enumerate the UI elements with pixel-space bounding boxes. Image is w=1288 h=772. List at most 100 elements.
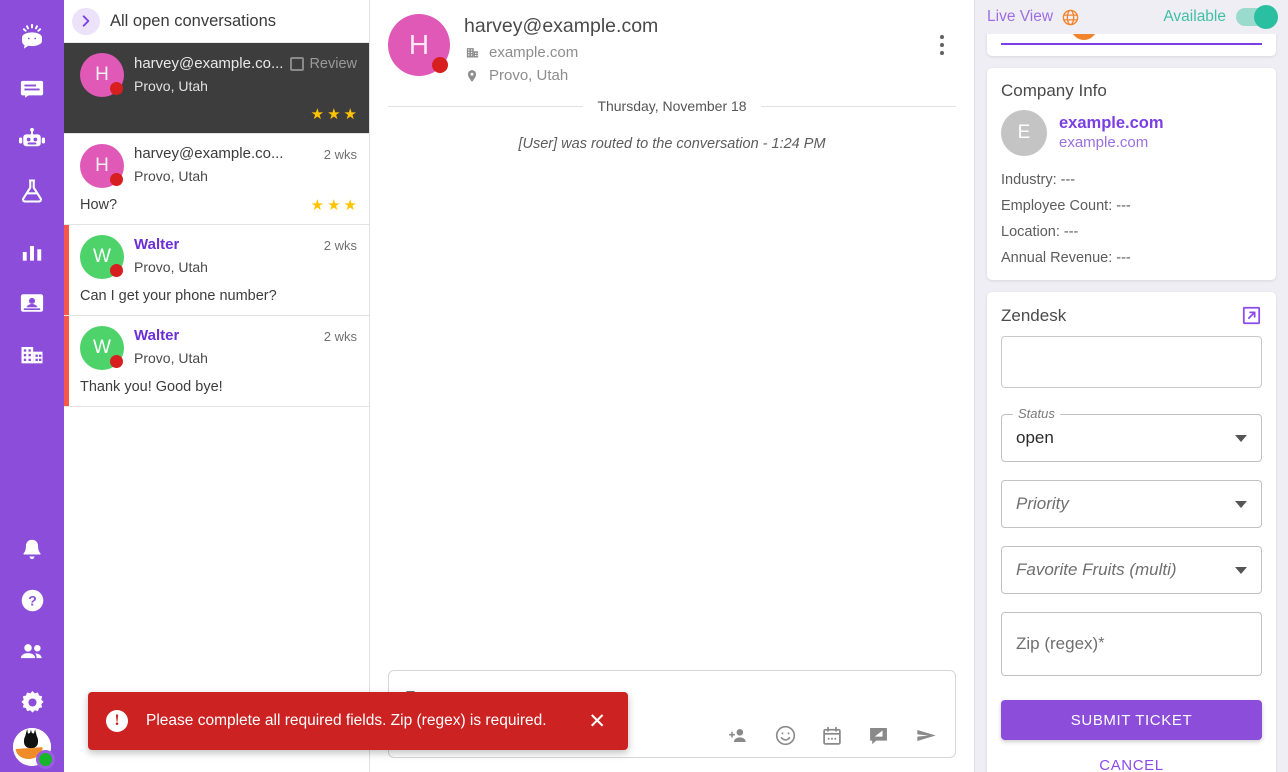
chevron-down-icon: [1235, 500, 1247, 508]
zip-regex-input[interactable]: Zip (regex) *: [1001, 612, 1262, 676]
conversation-header: H harvey@example.com example.com Provo, …: [370, 0, 974, 94]
location-text: Provo, Utah: [489, 67, 569, 84]
date-divider: Thursday, November 18: [370, 98, 974, 114]
bot-lightbulb-icon[interactable]: [0, 12, 64, 63]
zendesk-title: Zendesk: [1001, 305, 1067, 325]
kebab-dot: [940, 51, 944, 55]
toggle-knob: [1254, 5, 1278, 29]
company-url[interactable]: example.com: [1059, 133, 1164, 153]
list-item-footer: ★ ★ ★: [80, 105, 357, 123]
error-toast-message: Please complete all required fields. Zip…: [146, 712, 547, 729]
kebab-dot: [940, 43, 944, 47]
contact-card-icon[interactable]: [0, 277, 64, 328]
help-icon[interactable]: ?: [0, 575, 64, 626]
list-item[interactable]: W Walter 2 wks Provo, Utah Can I get you…: [64, 225, 369, 316]
emoji-icon[interactable]: [774, 724, 797, 747]
company-field-employee-count: Employee Count: ---: [1001, 198, 1131, 214]
canned-response-icon[interactable]: [867, 724, 890, 747]
list-item-preview: How?: [80, 197, 118, 213]
list-item-footer: How? ★ ★ ★: [80, 196, 357, 214]
list-item-meta: harvey@example.co... 2 wks Provo, Utah: [134, 144, 357, 184]
more-options-icon[interactable]: [928, 28, 956, 62]
avatar: H: [80, 144, 124, 188]
close-icon[interactable]: ✕: [584, 711, 610, 732]
bar-chart-icon[interactable]: [0, 226, 64, 277]
favorite-fruits-select[interactable]: Favorite Fruits (multi): [1001, 546, 1262, 594]
status-value: open: [1016, 428, 1054, 447]
company-name: example.com: [489, 44, 579, 61]
building-icon[interactable]: [0, 328, 64, 379]
status-select[interactable]: Status open: [1001, 406, 1262, 462]
external-link-icon[interactable]: [1241, 305, 1262, 326]
cancel-button[interactable]: CANCEL: [1001, 746, 1262, 772]
list-item-name: harvey@example.co...: [134, 145, 284, 162]
chevron-right-icon[interactable]: [72, 7, 100, 35]
zendesk-card: Zendesk Status open Priority Favorite Fr…: [987, 292, 1276, 772]
divider-line: [388, 105, 584, 107]
list-item-name: harvey@example.co...: [134, 54, 284, 72]
error-icon: !: [106, 710, 128, 732]
list-item-time: 2 wks: [323, 147, 357, 162]
send-icon[interactable]: [914, 724, 939, 747]
list-item[interactable]: W Walter 2 wks Provo, Utah Thank you! Go…: [64, 316, 369, 407]
bell-icon[interactable]: [0, 524, 64, 575]
contact-details: harvey@example.com example.com Provo, Ut…: [464, 14, 928, 84]
conversation-list-panel: All open conversations H harvey@example.…: [64, 0, 370, 772]
status-dot: [110, 173, 123, 186]
list-item-footer: Thank you! Good bye!: [80, 378, 357, 396]
svg-text:?: ?: [28, 593, 37, 609]
location-line: Provo, Utah: [464, 67, 928, 84]
flask-icon[interactable]: [0, 165, 64, 216]
priority-select[interactable]: Priority: [1001, 480, 1262, 528]
list-item-location: Provo, Utah: [134, 259, 208, 275]
chat-icon[interactable]: [0, 63, 64, 114]
favorite-fruits-placeholder: Favorite Fruits (multi): [1016, 560, 1177, 579]
list-item-name: Walter: [134, 236, 180, 253]
list-item[interactable]: H harvey@example.co... 2 wks Provo, Utah…: [64, 134, 369, 225]
status-dot: [432, 57, 448, 73]
company-info-title: Company Info: [1001, 81, 1107, 100]
company-avatar: E: [1001, 110, 1047, 156]
robot-icon[interactable]: [0, 114, 64, 165]
system-message: [User] was routed to the conversation - …: [518, 136, 826, 152]
company-name[interactable]: example.com: [1059, 113, 1164, 134]
gear-icon[interactable]: [0, 677, 64, 728]
list-item-title-line: harvey@example.co... Review: [134, 54, 357, 73]
list-item-main: H harvey@example.co... 2 wks Provo, Utah: [80, 144, 357, 188]
avatar: W: [80, 235, 124, 279]
company-line: example.com: [464, 44, 928, 61]
add-person-icon[interactable]: [726, 725, 750, 747]
list-item-time-wrap: 2 wks: [324, 236, 357, 253]
star-icon: ★: [327, 196, 341, 214]
building-icon: [464, 45, 480, 60]
star-icon: ★: [343, 196, 357, 214]
conversation-list-header: All open conversations: [64, 0, 369, 43]
submit-ticket-button[interactable]: SUBMIT TICKET: [1001, 700, 1262, 740]
rating-stars: ★ ★ ★: [311, 198, 357, 213]
list-item-meta: Walter 2 wks Provo, Utah: [134, 326, 357, 366]
avatar-tuft: [25, 729, 37, 737]
list-item-main: H harvey@example.co... Review Provo, Uta…: [80, 53, 357, 97]
star-icon: ★: [310, 105, 325, 123]
review-checkbox[interactable]: Review: [290, 54, 357, 72]
left-nav-rail: ?: [0, 0, 64, 772]
globe-icon[interactable]: [1061, 8, 1080, 27]
availability-control[interactable]: Available: [1163, 5, 1278, 29]
list-item-title-line: harvey@example.co... 2 wks: [134, 145, 357, 162]
zendesk-description-textarea[interactable]: [1001, 336, 1262, 388]
live-view-control[interactable]: Live View: [987, 8, 1080, 27]
list-item-location: Provo, Utah: [134, 350, 208, 366]
priority-placeholder: Priority: [1016, 494, 1069, 513]
list-item-time-wrap: 2 wks: [324, 145, 357, 162]
calendar-icon[interactable]: [821, 725, 843, 747]
list-item[interactable]: H harvey@example.co... Review Provo, Uta…: [64, 43, 369, 134]
star-icon: ★: [310, 196, 325, 214]
company-info-card: Company Info E example.com example.com I…: [987, 68, 1276, 280]
checkbox-icon[interactable]: [290, 57, 305, 71]
availability-toggle[interactable]: [1236, 5, 1278, 29]
online-status-dot: [36, 750, 55, 769]
people-icon[interactable]: [0, 626, 64, 677]
user-avatar[interactable]: [13, 728, 55, 769]
right-panel-topbar: Live View Available: [975, 0, 1288, 34]
conversation-list-title: All open conversations: [110, 11, 277, 30]
